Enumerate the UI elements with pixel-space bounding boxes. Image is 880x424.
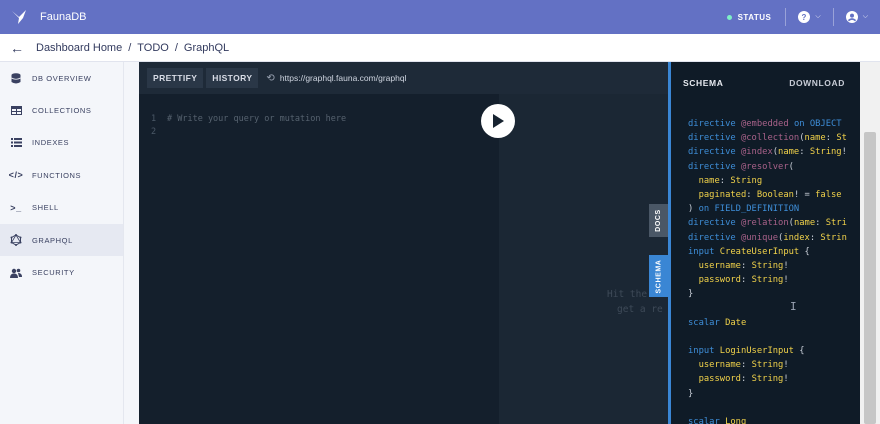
breadcrumb: Dashboard Home / TODO / GraphQL [36, 42, 229, 54]
fauna-bird-logo-icon[interactable] [9, 7, 29, 27]
help-menu-button[interactable]: ? ⌵ [786, 0, 832, 34]
schema-line: username: String! [698, 360, 789, 371]
breadcrumb-bar: ← Dashboard Home / TODO / GraphQL [0, 34, 880, 62]
schema-line: username: String! [698, 260, 789, 271]
code-comment: # Write your query or mutation here [167, 114, 347, 124]
tab-schema-label: SCHEMA [655, 259, 662, 293]
status-label: STATUS [737, 12, 772, 22]
text-cursor-icon: I [790, 300, 797, 313]
sidebar-item-label: COLLECTIONS [32, 106, 92, 116]
schema-line: paginated: Boolean! = false [698, 189, 842, 200]
chevron-down-icon: ⌵ [815, 13, 821, 20]
prettify-button[interactable]: PRETTIFY [147, 68, 204, 88]
status-dot-icon [726, 14, 732, 20]
line-number: 2 [151, 127, 157, 137]
database-icon [10, 72, 22, 84]
schema-line: directive @index(name: String! [688, 147, 847, 158]
content-gutter [124, 62, 140, 424]
terminal-icon: >_ [10, 202, 22, 213]
schema-sdl-view[interactable]: directive @embedded on OBJECT directive @… [688, 117, 857, 424]
endpoint-url-text: https://graphql.fauna.com/graphql [279, 73, 407, 83]
breadcrumb-database[interactable]: TODO [137, 42, 169, 54]
chevron-down-icon: ⌵ [862, 13, 868, 20]
schema-line: directive @resolver( [688, 161, 794, 172]
schema-line: password: String! [698, 374, 789, 385]
schema-line: directive @embedded on OBJECT [688, 119, 842, 129]
schema-line: scalar Long [688, 416, 747, 424]
users-icon [10, 267, 22, 279]
sidebar-item-label: DB OVERVIEW [32, 73, 92, 83]
breadcrumb-separator: / [174, 41, 178, 54]
editor-line: 2 [151, 127, 167, 137]
top-navigation-bar: FaunaDB STATUS ? ⌵ ⌵ [0, 0, 880, 34]
endpoint-url-field[interactable]: ⟲ https://graphql.fauna.com/graphql [266, 73, 406, 84]
sidebar-item-functions[interactable]: </> FUNCTIONS [0, 159, 123, 191]
status-link[interactable]: STATUS [715, 0, 786, 34]
sidebar-item-graphql[interactable]: GRAPHQL [0, 223, 123, 257]
schema-line: } [688, 388, 694, 399]
line-number: 1 [151, 114, 157, 124]
schema-line [688, 330, 857, 344]
schema-line: input CreateUserInput { [688, 246, 810, 257]
editor-line: 1 # Write your query or mutation here [151, 114, 346, 124]
graphql-playground: PRETTIFY HISTORY ⟲ https://graphql.fauna… [139, 62, 668, 424]
sidebar-item-shell[interactable]: >_ SHELL [0, 192, 123, 224]
schema-line: directive @collection(name: St [688, 133, 847, 144]
back-arrow-icon[interactable]: ← [10, 41, 26, 55]
schema-line [688, 301, 857, 315]
schema-line: directive @relation(name: Stri [688, 218, 847, 229]
result-hint-line-1: Hit the [607, 289, 648, 300]
sidebar-item-db-overview[interactable]: DB OVERVIEW [0, 62, 123, 94]
history-button[interactable]: HISTORY [206, 68, 259, 88]
sidebar-item-label: SHELL [32, 203, 59, 213]
playground-toolbar: PRETTIFY HISTORY ⟲ https://graphql.fauna… [139, 62, 668, 94]
result-hint-line-2: get a re [617, 304, 663, 315]
schema-scrollbar[interactable] [860, 62, 880, 424]
play-icon [493, 114, 504, 128]
question-circle-icon: ? [798, 11, 811, 23]
sidebar-item-label: FUNCTIONS [32, 170, 82, 180]
sidebar: DB OVERVIEW COLLECTIONS INDEXES </> FUNC… [0, 62, 124, 424]
sidebar-item-label: GRAPHQL [32, 235, 73, 245]
schema-line: input LoginUserInput { [688, 346, 805, 356]
sidebar-item-label: INDEXES [32, 138, 70, 148]
table-icon [10, 105, 22, 117]
sidebar-item-indexes[interactable]: INDEXES [0, 127, 123, 159]
tab-docs[interactable]: DOCS [649, 204, 668, 237]
list-icon [10, 137, 22, 149]
scrollbar-thumb[interactable] [864, 132, 876, 424]
reload-icon[interactable]: ⟲ [266, 73, 274, 84]
breadcrumb-dashboard-home[interactable]: Dashboard Home [36, 42, 122, 54]
code-icon: </> [8, 170, 24, 181]
schema-panel-title: SCHEMA [683, 78, 724, 88]
breadcrumb-current: GraphQL [183, 41, 230, 54]
sidebar-item-security[interactable]: SECURITY [0, 256, 123, 288]
schema-line [688, 401, 857, 415]
schema-panel-header: SCHEMA DOWNLOAD [671, 62, 863, 104]
schema-panel: SCHEMA DOWNLOAD directive @embedded on O… [668, 62, 880, 424]
execute-query-button[interactable] [481, 104, 515, 138]
user-circle-icon [845, 11, 858, 23]
schema-line: password: String! [698, 275, 789, 286]
svg-text:?: ? [802, 13, 807, 22]
query-editor[interactable]: 1 # Write your query or mutation here 2 [139, 94, 499, 424]
app-title: FaunaDB [40, 11, 87, 23]
graphql-icon [10, 234, 22, 247]
account-menu-button[interactable]: ⌵ [834, 0, 880, 34]
schema-line: } [688, 289, 694, 300]
schema-line: name: String [698, 175, 763, 186]
tab-schema[interactable]: SCHEMA [649, 255, 668, 297]
result-pane: Hit the get a re DOCS SCHEMA [499, 94, 668, 424]
download-schema-button[interactable]: DOWNLOAD [789, 78, 845, 88]
schema-line: directive @unique(index: Strin [688, 232, 847, 243]
breadcrumb-separator: / [128, 41, 132, 54]
sidebar-item-collections[interactable]: COLLECTIONS [0, 94, 123, 126]
tab-docs-label: DOCS [655, 209, 662, 232]
schema-line: scalar Date [688, 317, 747, 328]
schema-line: ) on FIELD_DEFINITION [688, 204, 800, 215]
sidebar-item-label: SECURITY [32, 268, 75, 278]
